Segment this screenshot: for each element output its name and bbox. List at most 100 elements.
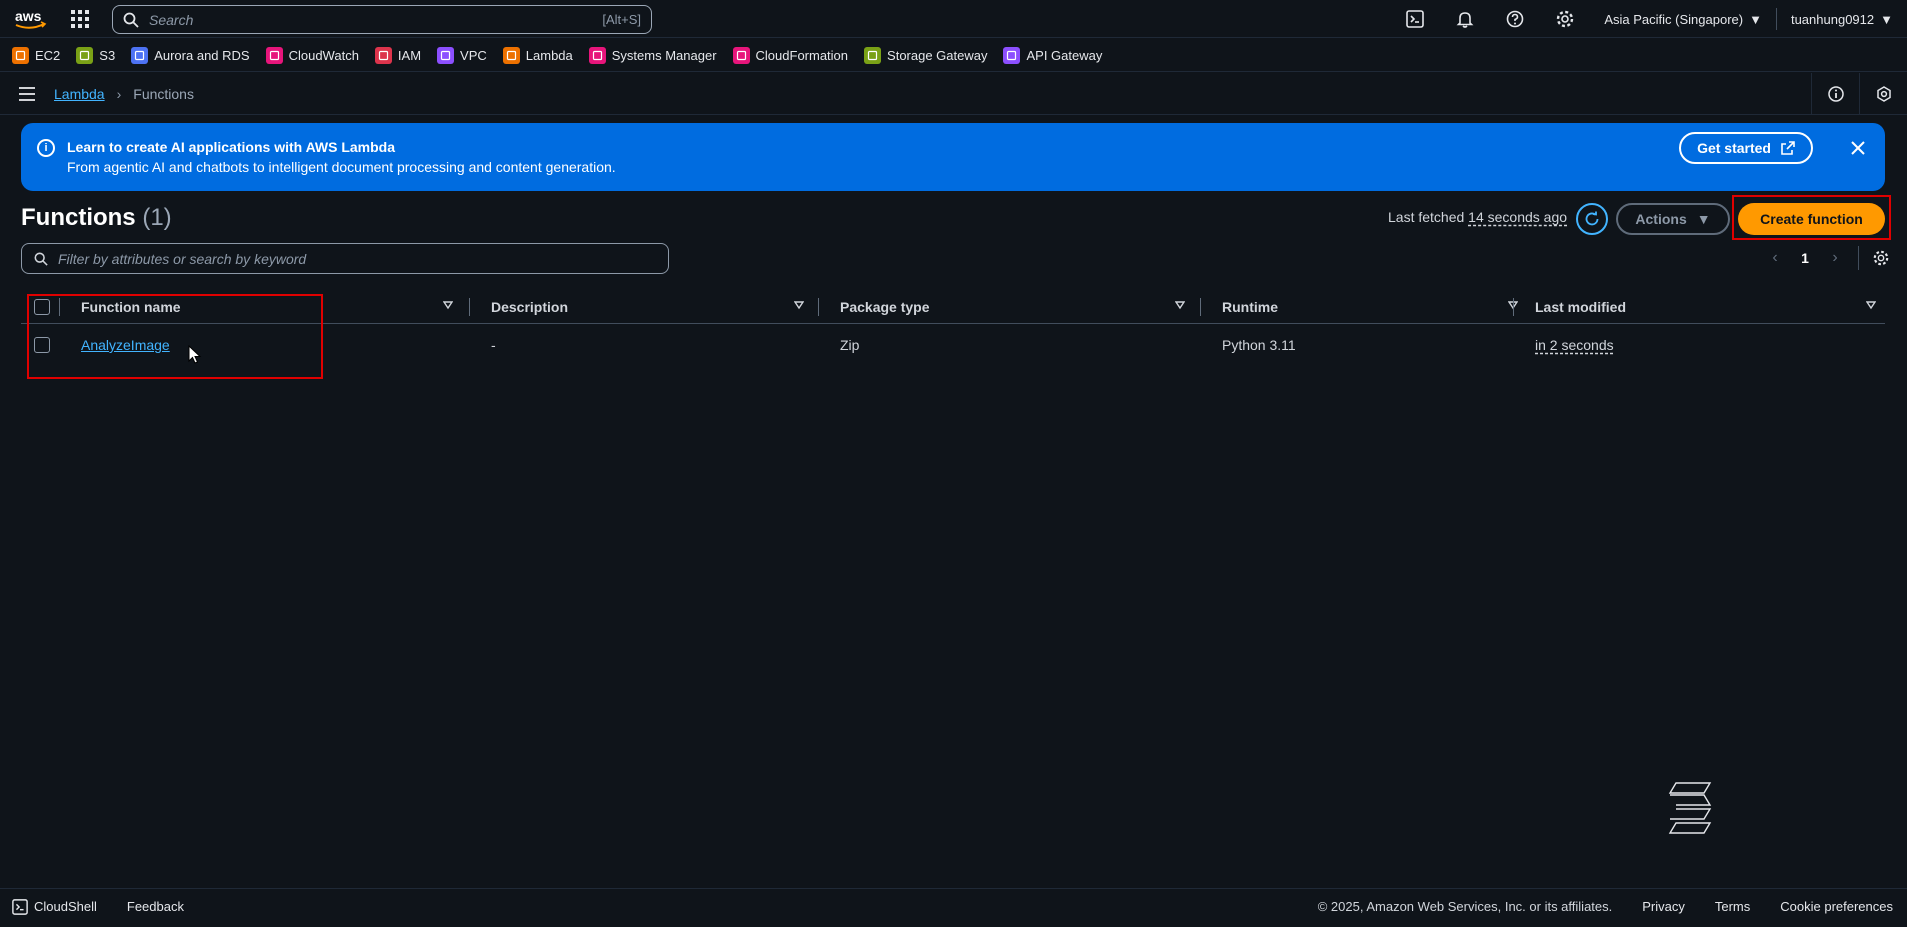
favorite-systems-manager[interactable]: Systems Manager xyxy=(588,46,717,64)
footer-cloudshell-label: CloudShell xyxy=(34,899,97,914)
region-selector[interactable]: Asia Pacific (Singapore) ▼ xyxy=(1590,0,1776,38)
favorite-label: IAM xyxy=(397,47,422,63)
prev-page-chevron-icon[interactable]: ‹ xyxy=(1760,249,1790,267)
footer-terms-link[interactable]: Terms xyxy=(1715,899,1750,914)
info-panel-icon[interactable] xyxy=(1811,73,1859,115)
column-label: Description xyxy=(491,299,569,315)
breadcrumb-bar: Lambda › Functions xyxy=(0,73,1907,115)
filter-input[interactable]: Filter by attributes or search by keywor… xyxy=(21,243,669,274)
footer: CloudShell Feedback © 2025, Amazon Web S… xyxy=(0,888,1907,924)
service-systems-manager-icon xyxy=(588,46,606,64)
banner-close-icon[interactable] xyxy=(1847,137,1869,159)
column-label: Runtime xyxy=(1222,299,1278,315)
favorite-label: CloudFormation xyxy=(755,47,849,63)
favorite-label: API Gateway xyxy=(1026,47,1103,63)
svg-text:aws: aws xyxy=(15,8,42,24)
breadcrumb-current: Functions xyxy=(133,85,194,102)
filter-search-icon xyxy=(34,252,48,266)
table-preferences-gear-icon[interactable] xyxy=(1867,250,1895,266)
service-api-gateway-icon xyxy=(1003,46,1021,64)
banner-subtitle: From agentic AI and chatbots to intellig… xyxy=(67,159,616,175)
help-icon[interactable] xyxy=(1490,0,1540,38)
service-cloudwatch-icon xyxy=(265,46,283,64)
floating-stack-logo-icon xyxy=(1668,782,1712,834)
cell-last-modified: in 2 seconds xyxy=(1535,326,1614,364)
page-title-text: Functions xyxy=(21,204,136,231)
get-started-label: Get started xyxy=(1697,140,1771,156)
feedback-panel-icon[interactable] xyxy=(1859,73,1907,115)
last-fetched-info: Last fetched 14 seconds ago xyxy=(1388,209,1567,225)
sort-triangle-icon xyxy=(443,301,453,310)
refresh-button[interactable] xyxy=(1576,203,1608,235)
last-fetched-value: 14 seconds ago xyxy=(1468,209,1568,225)
column-header-package-type[interactable]: Package type xyxy=(840,290,1210,324)
favorite-vpc[interactable]: VPC xyxy=(437,46,487,64)
service-storage-gateway-icon xyxy=(864,46,882,64)
refresh-icon xyxy=(1585,211,1599,226)
pagination: ‹ 1 › xyxy=(1760,244,1895,272)
aws-logo[interactable]: aws xyxy=(0,0,60,38)
service-lambda-icon xyxy=(502,46,520,64)
banner-title: Learn to create AI applications with AWS… xyxy=(67,139,396,155)
favorite-label: Systems Manager xyxy=(611,47,717,63)
favorite-cloudformation[interactable]: CloudFormation xyxy=(732,46,849,64)
account-menu[interactable]: tuanhung0912 ▼ xyxy=(1777,0,1907,38)
account-caret-icon: ▼ xyxy=(1880,11,1893,27)
top-navigation: aws Search [Alt+S] Asia Pacific (Singapo… xyxy=(0,0,1907,38)
footer-copyright: © 2025, Amazon Web Services, Inc. or its… xyxy=(1317,899,1613,914)
pager-divider xyxy=(1858,246,1859,270)
column-divider xyxy=(1200,298,1201,316)
settings-gear-icon[interactable] xyxy=(1540,0,1590,38)
service-ec2-icon xyxy=(12,46,29,64)
highlight-box-function-name xyxy=(27,294,323,379)
side-nav-menu-icon[interactable] xyxy=(0,73,54,115)
footer-cloudshell-button[interactable]: CloudShell xyxy=(12,898,97,915)
service-iam-icon xyxy=(374,46,392,64)
footer-privacy-link[interactable]: Privacy xyxy=(1642,899,1685,914)
service-s3-icon xyxy=(76,46,94,64)
favorite-api-gateway[interactable]: API Gateway xyxy=(1003,46,1103,64)
favorite-label: CloudWatch xyxy=(288,47,359,63)
search-input[interactable]: Search [Alt+S] xyxy=(112,5,652,34)
column-label: Last modified xyxy=(1535,299,1627,315)
service-aurora-and-rds-icon xyxy=(131,46,149,64)
favorite-label: EC2 xyxy=(35,47,61,63)
column-divider xyxy=(469,298,470,316)
favorite-cloudwatch[interactable]: CloudWatch xyxy=(265,46,359,64)
column-label: Package type xyxy=(840,299,930,315)
column-header-runtime[interactable]: Runtime xyxy=(1222,290,1532,324)
favorites-bar: EC2 S3 Aurora and RDS CloudWatch IAM VPC Lambd… xyxy=(0,39,1907,72)
get-started-button[interactable]: Get started xyxy=(1679,132,1813,164)
filter-placeholder: Filter by attributes or search by keywor… xyxy=(58,250,307,267)
favorite-label: VPC xyxy=(460,47,487,63)
favorite-label: Storage Gateway xyxy=(887,47,988,63)
favorite-s3[interactable]: S3 xyxy=(76,46,115,64)
current-page-number[interactable]: 1 xyxy=(1790,250,1820,266)
favorite-iam[interactable]: IAM xyxy=(374,46,422,64)
favorite-ec2[interactable]: EC2 xyxy=(12,46,61,64)
breadcrumb-chevron-icon: › xyxy=(116,85,122,102)
function-count: (1) xyxy=(142,204,172,231)
cloudshell-icon[interactable] xyxy=(1390,0,1440,38)
actions-dropdown-button[interactable]: Actions ▼ xyxy=(1616,203,1730,235)
actions-label: Actions xyxy=(1635,211,1687,227)
banner-info-icon: i xyxy=(37,139,55,157)
mouse-cursor-icon xyxy=(188,345,202,364)
notifications-bell-icon[interactable] xyxy=(1440,0,1490,38)
favorite-storage-gateway[interactable]: Storage Gateway xyxy=(864,46,988,64)
highlight-box-create xyxy=(1732,195,1891,240)
search-shortcut: [Alt+S] xyxy=(602,12,641,27)
column-header-description[interactable]: Description xyxy=(491,290,831,324)
favorite-aurora-and-rds[interactable]: Aurora and RDS xyxy=(131,46,250,64)
footer-feedback-link[interactable]: Feedback xyxy=(127,899,184,914)
actions-caret-icon: ▼ xyxy=(1696,211,1711,227)
service-vpc-icon xyxy=(437,46,455,64)
breadcrumb-lambda-link[interactable]: Lambda xyxy=(54,86,105,102)
column-divider xyxy=(818,298,819,316)
next-page-chevron-icon[interactable]: › xyxy=(1820,249,1850,267)
favorite-lambda[interactable]: Lambda xyxy=(502,46,573,64)
column-header-last-modified[interactable]: Last modified xyxy=(1535,290,1885,324)
services-grid-icon[interactable] xyxy=(60,0,100,38)
footer-cookie-preferences-link[interactable]: Cookie preferences xyxy=(1780,899,1893,914)
last-fetched-label: Last fetched xyxy=(1388,209,1465,225)
